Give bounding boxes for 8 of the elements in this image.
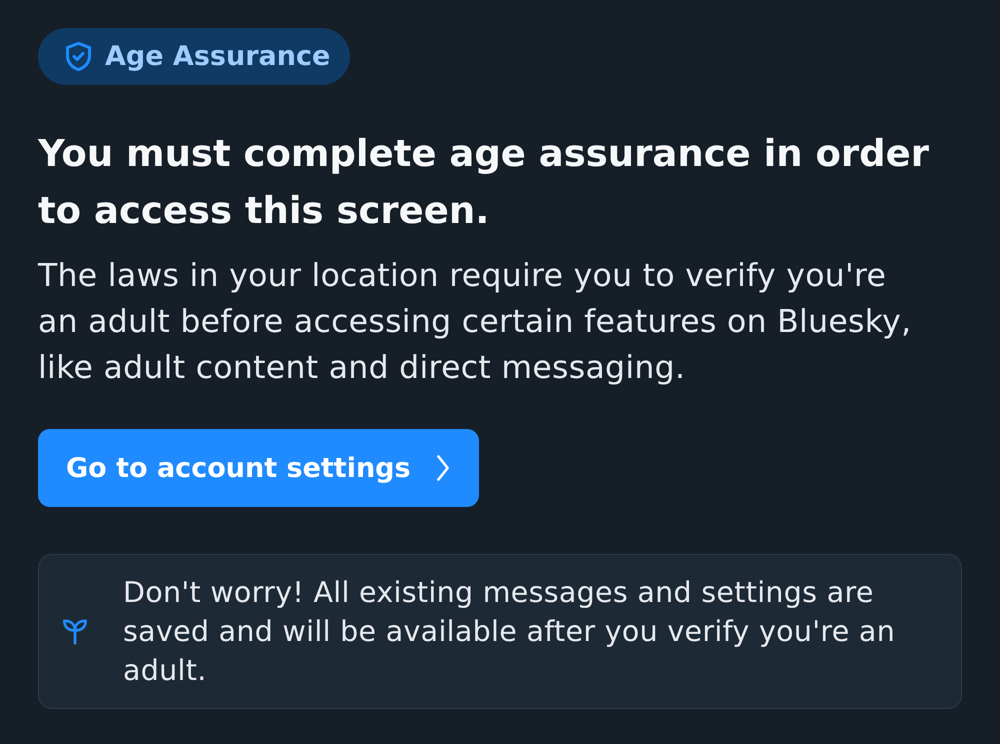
heading: You must complete age assurance in order to access this screen. [38, 131, 930, 234]
shield-check-icon [66, 42, 91, 71]
account-settings-button[interactable]: Go to account settings [38, 429, 479, 507]
notice-text: Don't worry! All existing messages and settings are saved and will be available after you verify you're an adult. [123, 575, 896, 689]
description: The laws in your location require you to verify you're an adult before accessing certain features on Bluesky, like adult content and direct messaging. [38, 257, 912, 388]
badge-label: Age Assurance [105, 41, 330, 72]
sprout-icon [63, 618, 87, 644]
chevron-right-icon [436, 455, 449, 481]
